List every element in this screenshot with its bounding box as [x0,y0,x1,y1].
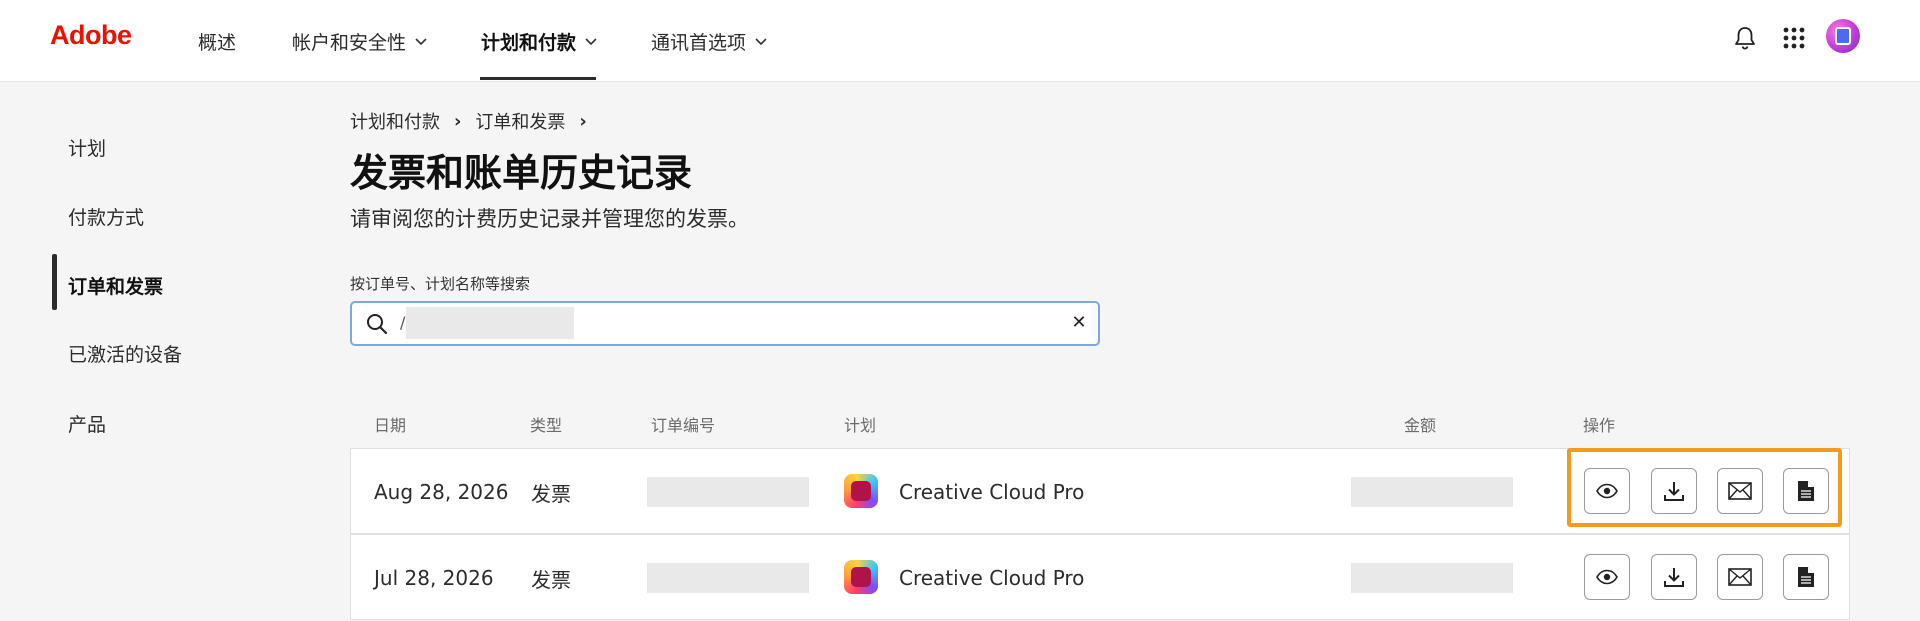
creative-cloud-icon [844,560,878,594]
page-title: 发票和账单历史记录 [350,151,693,195]
view-button[interactable] [1584,468,1630,514]
breadcrumb: 计划和付款 › 订单和发票 › [350,108,601,134]
top-bar: Adobe 概述 帐户和安全性 计划和付款 通讯首选项 [0,0,1920,82]
column-header-plan: 计划 [844,416,877,435]
nav-overview[interactable]: 概述 [198,0,236,82]
sidebar-active-indicator [52,254,57,310]
search-input[interactable]: / ✕ [350,301,1100,346]
redacted-block [406,307,574,339]
nav-overview-label: 概述 [198,31,237,54]
chevron-down-icon [585,38,597,46]
view-icon [1596,483,1618,499]
row-type: 发票 [531,481,571,506]
view-button[interactable] [1584,554,1630,600]
redacted-block [1351,563,1513,593]
download-button[interactable] [1651,468,1697,514]
view-icon [1596,569,1618,585]
chevron-down-icon [755,38,767,46]
column-header-actions: 操作 [1583,416,1616,435]
email-icon [1728,568,1752,586]
chevron-right-icon: › [579,110,587,132]
breadcrumb-item-plans-payment[interactable]: 计划和付款 [350,108,440,134]
search-value: / [400,313,406,332]
email-button[interactable] [1717,468,1763,514]
nav-account-security-label: 帐户和安全性 [292,31,407,54]
table-row: Aug 28, 2026 发票 Creative Cloud Pro [350,448,1850,534]
row-plan: Creative Cloud Pro [899,480,1085,504]
column-header-amount: 金额 [1404,416,1437,435]
chevron-right-icon: › [454,110,462,132]
page-subtitle: 请审阅您的计费历史记录并管理您的发票。 [350,207,749,231]
download-icon [1664,482,1684,501]
nav-plans-payment-label: 计划和付款 [481,31,577,54]
clear-icon[interactable]: ✕ [1068,312,1090,334]
app-grid-icon[interactable] [1776,20,1812,56]
redacted-block [647,477,809,507]
chevron-down-icon [415,38,427,46]
nav-communication-prefs-label: 通讯首选项 [651,31,747,54]
sidebar-item-payment-methods[interactable]: 付款方式 [68,203,144,230]
adobe-logo[interactable]: Adobe [50,20,132,51]
sidebar-item-orders-invoices[interactable]: 订单和发票 [68,272,163,299]
redacted-block [647,563,809,593]
row-date: Aug 28, 2026 [374,480,509,504]
document-icon [1798,481,1814,501]
download-button[interactable] [1651,554,1697,600]
redacted-block [1351,477,1513,507]
column-header-order-number: 订单编号 [651,416,716,435]
sidebar-item-plans[interactable]: 计划 [68,134,106,161]
table-row: Jul 28, 2026 发票 Creative Cloud Pro [350,534,1850,620]
bell-icon[interactable] [1727,20,1763,56]
row-type: 发票 [531,567,571,592]
search-label: 按订单号、计划名称等搜索 [350,275,531,293]
email-icon [1728,482,1752,500]
column-header-date: 日期 [374,416,407,435]
download-icon [1664,568,1684,587]
creative-cloud-icon [844,474,878,508]
row-date: Jul 28, 2026 [374,566,494,590]
search-icon [367,314,388,335]
email-button[interactable] [1717,554,1763,600]
nav-plans-payment[interactable]: 计划和付款 [481,0,598,82]
nav-account-security[interactable]: 帐户和安全性 [292,0,428,82]
document-button[interactable] [1783,554,1829,600]
nav-communication-prefs[interactable]: 通讯首选项 [651,0,768,82]
sidebar-item-activated-devices[interactable]: 已激活的设备 [68,340,182,367]
avatar-glyph [1835,27,1851,45]
avatar[interactable] [1826,19,1860,53]
sidebar-item-products[interactable]: 产品 [68,410,106,437]
breadcrumb-item-orders-invoices[interactable]: 订单和发票 [475,108,565,134]
nav-active-underline [480,77,596,80]
document-button[interactable] [1783,468,1829,514]
column-header-type: 类型 [530,416,563,435]
row-plan: Creative Cloud Pro [899,566,1085,590]
document-icon [1798,567,1814,587]
